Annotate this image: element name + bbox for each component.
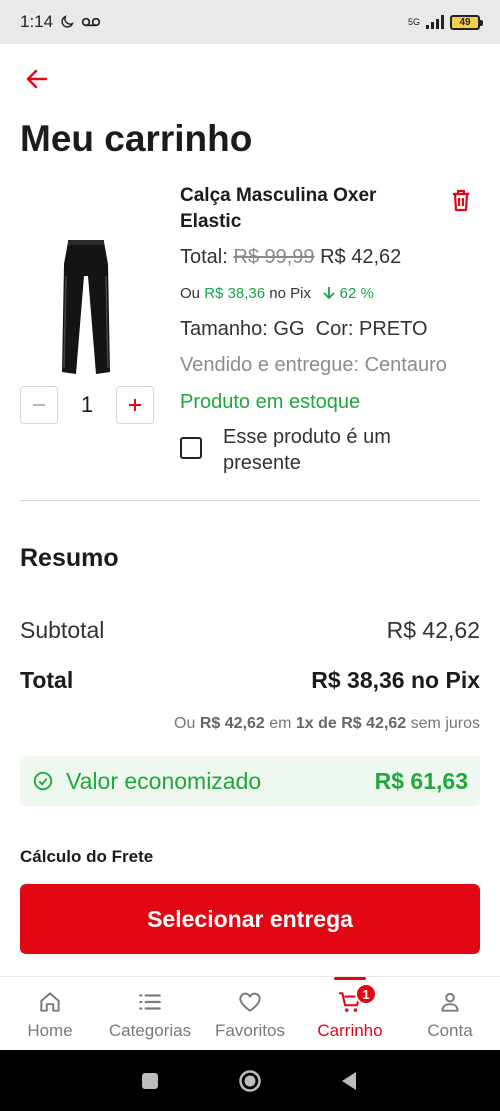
arrow-down-icon [323, 287, 336, 300]
list-icon [139, 994, 161, 1010]
increase-button[interactable] [116, 386, 154, 424]
nav-home-label: Home [27, 1021, 73, 1040]
subtotal-label: Subtotal [20, 617, 105, 643]
gift-option[interactable]: Esse produto é um presente [180, 424, 433, 476]
page-title: Meu carrinho [20, 118, 253, 159]
moon-icon [61, 15, 74, 28]
total-row: Total R$ 38,36 no Pix [20, 667, 480, 694]
pix-line: Ou R$ 38,36 no Pix 62 % [180, 285, 374, 302]
nav-categories[interactable]: Categorias [100, 977, 200, 1050]
nav-favorites[interactable]: Favoritos [200, 977, 300, 1050]
total-value: R$ 38,36 no Pix [311, 667, 480, 693]
inst-ou: Ou [174, 715, 196, 732]
home-circle-icon[interactable] [238, 1069, 262, 1093]
current-price: R$ 42,62 [320, 246, 402, 268]
savings-label: Valor economizado [66, 767, 262, 794]
nav-cart[interactable]: 1 Carrinho [300, 977, 400, 1050]
battery-icon: 49 [450, 14, 483, 30]
system-nav-bar [0, 1050, 500, 1111]
select-delivery-button[interactable]: Selecionar entrega [20, 884, 480, 954]
nav-home[interactable]: Home [0, 977, 100, 1050]
price-line: Total: R$ 99,99 R$ 42,62 [180, 246, 401, 269]
old-price: R$ 99,99 [233, 246, 315, 268]
cart-badge: 1 [355, 983, 377, 1005]
nav-favorites-label: Favoritos [215, 1021, 285, 1040]
nav-categories-label: Categorias [108, 1021, 192, 1040]
installments-info: Ou R$ 42,62 em 1x de R$ 42,62 sem juros [174, 715, 480, 733]
subtotal-row: Subtotal R$ 42,62 [20, 617, 480, 644]
back-triangle-icon[interactable] [338, 1069, 362, 1093]
status-time: 1:14 [20, 12, 54, 31]
plus-icon [129, 399, 141, 411]
status-bar: 1:14 5G 49 [0, 0, 500, 44]
stock-status: Produto em estoque [180, 391, 361, 413]
pix-prefix: Ou [180, 285, 201, 302]
inst-em: em [269, 715, 292, 732]
quantity-stepper: 1 [20, 386, 154, 424]
gift-label: Esse produto é um presente [223, 426, 391, 474]
nav-cart-label: Carrinho [317, 1021, 383, 1040]
gift-checkbox[interactable] [180, 437, 202, 459]
trash-icon [453, 189, 469, 212]
inst-times: 1x de R$ 42,62 [295, 715, 407, 732]
variant-line: Tamanho: GG Cor: PRETO [180, 318, 428, 341]
size-label: Tamanho: GG [180, 318, 305, 340]
arrow-left-icon [26, 69, 48, 89]
product-image[interactable] [52, 236, 120, 378]
check-circle-icon [33, 771, 53, 791]
summary-title: Resumo [20, 544, 119, 572]
signal-icon [426, 15, 444, 29]
nav-account-label: Conta [427, 1021, 473, 1040]
inst-amount: R$ 42,62 [199, 715, 265, 732]
quantity-value: 1 [80, 392, 94, 417]
battery-level: 49 [459, 16, 471, 28]
back-button[interactable] [22, 62, 52, 96]
color-label: Cor: PRETO [315, 318, 428, 340]
freight-title: Cálculo do Frete [20, 847, 154, 866]
discount-badge: 62 % [339, 285, 374, 302]
total-label: Total: [180, 246, 228, 268]
network-label: 5G [407, 17, 420, 27]
nav-account[interactable]: Conta [400, 977, 500, 1050]
decrease-button[interactable] [20, 386, 58, 424]
pix-price: R$ 38,36 [204, 285, 266, 302]
home-icon [40, 992, 60, 1012]
recent-apps-icon[interactable] [138, 1069, 162, 1093]
pix-suffix: no Pix [269, 285, 311, 302]
seller-info: Vendido e entregue: Centauro [180, 354, 447, 376]
minus-icon [33, 404, 45, 406]
heart-icon [239, 992, 261, 1012]
subtotal-value: R$ 42,62 [386, 617, 480, 643]
bottom-nav: Home Categorias Favoritos 1 Carrinho Con… [0, 976, 500, 1050]
product-name[interactable]: Calça Masculina Oxer Elastic [180, 183, 410, 235]
user-icon [441, 992, 459, 1012]
voicemail-icon [81, 17, 101, 27]
total-label-summary: Total [20, 667, 74, 693]
savings-value: R$ 61,63 [374, 767, 468, 794]
inst-suffix: sem juros [410, 715, 480, 732]
savings-banner: Valor economizado R$ 61,63 [20, 756, 480, 806]
divider [20, 500, 480, 501]
remove-item-button[interactable] [450, 188, 472, 212]
